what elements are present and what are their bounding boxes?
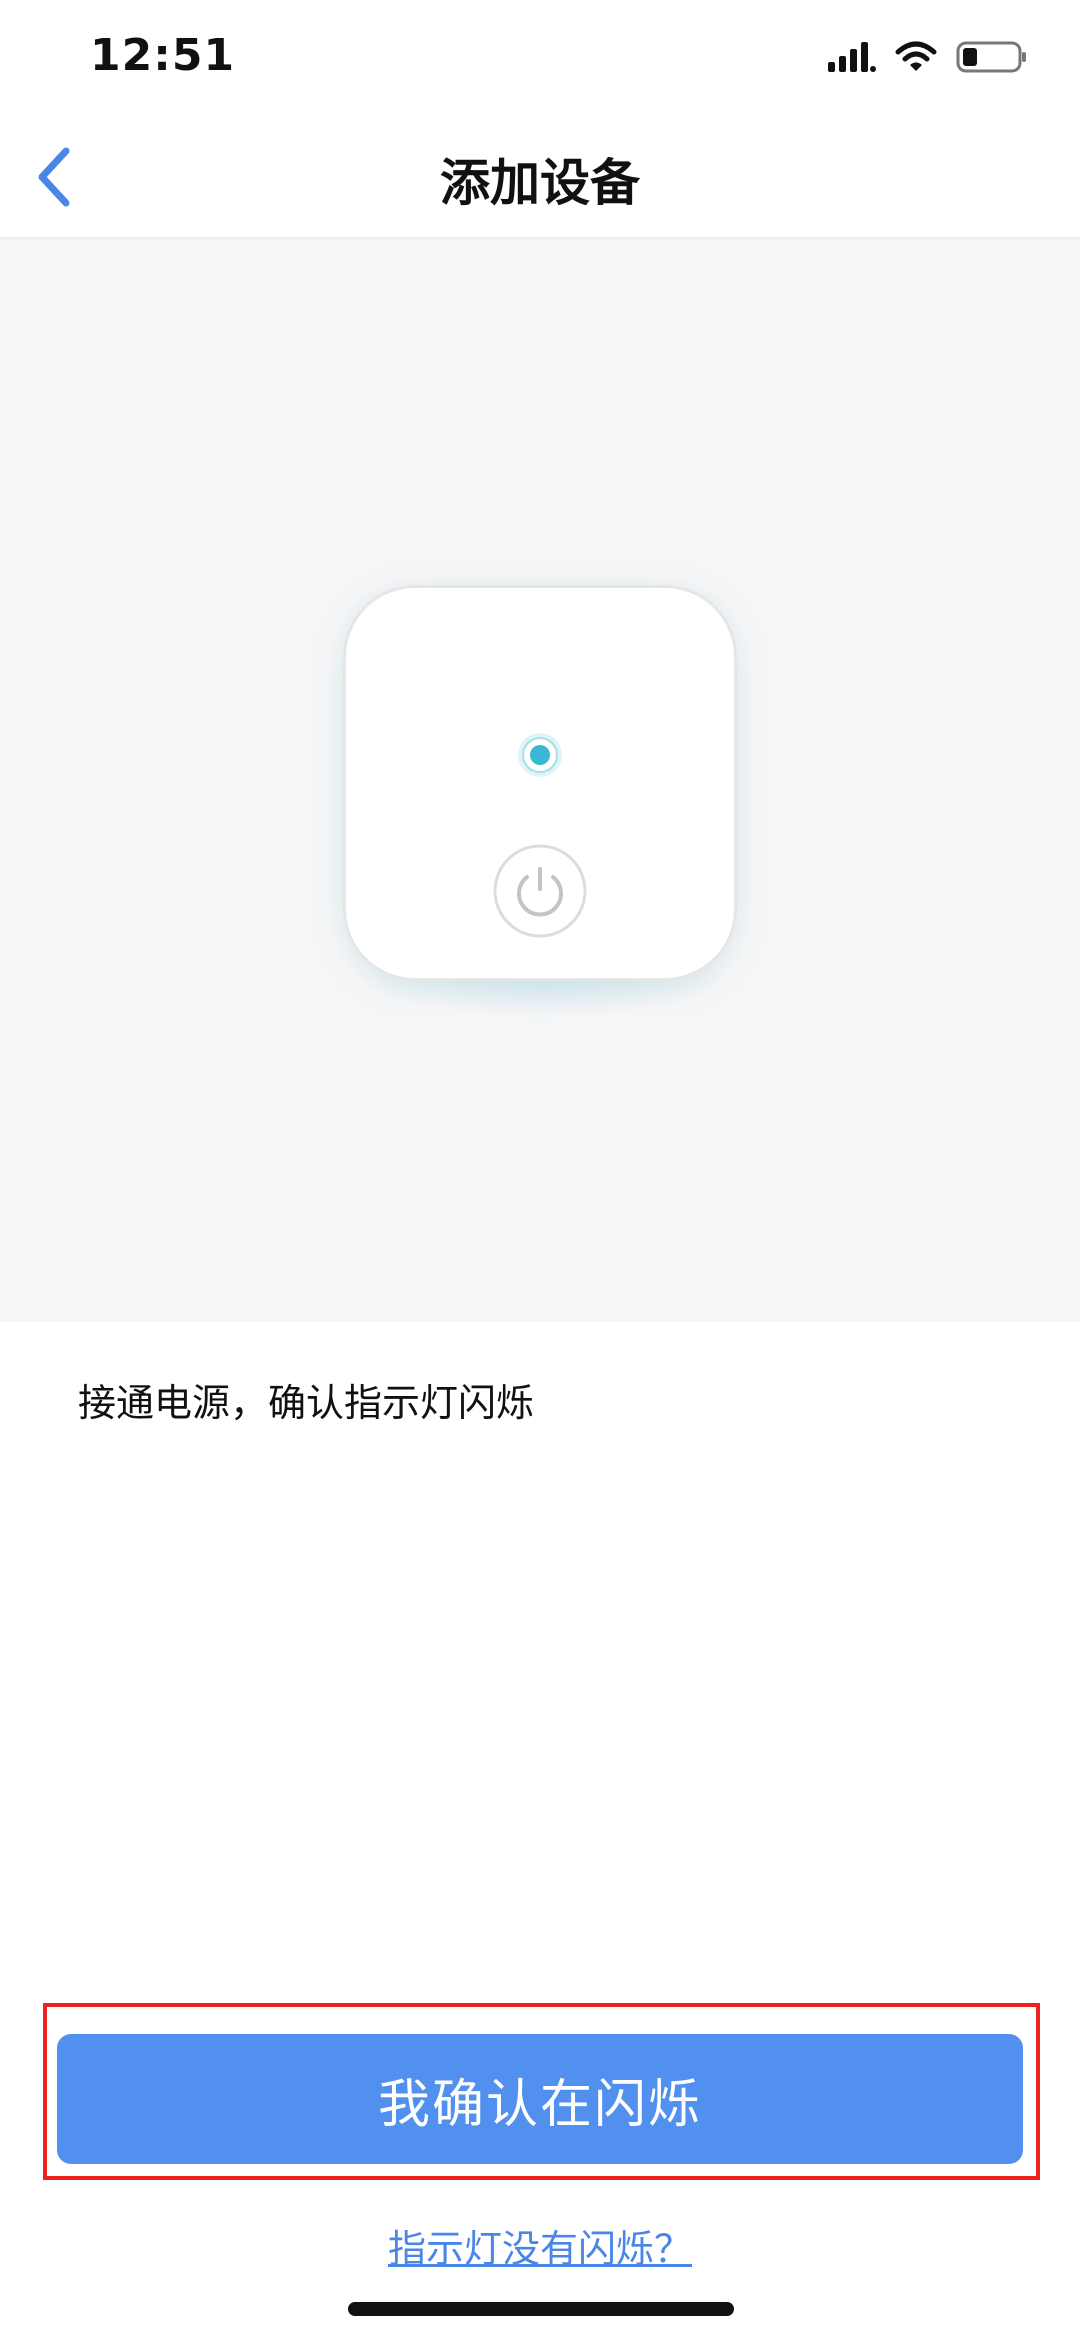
light-not-blinking-link[interactable]: 指示灯没有闪烁？ [0, 2218, 1080, 2273]
page-title: 添加设备 [440, 154, 640, 212]
home-indicator [348, 2302, 734, 2316]
cellular-signal-icon [828, 42, 876, 72]
instruction-text: 接通电源，确认指示灯闪烁 [78, 1381, 535, 1425]
indicator-light-icon [518, 733, 562, 777]
status-icons [828, 36, 1028, 78]
nav-bar: 添加设备 [0, 115, 1080, 239]
wifi-icon [895, 41, 937, 71]
status-time: 12:51 [90, 30, 236, 81]
confirm-blinking-button[interactable]: 我确认在闪烁 [57, 2034, 1023, 2164]
add-device-screen: 12:51 添加设备 接通电源，确认指示灯闪烁 我确认在闪烁 指示灯没有闪烁？ [0, 0, 1080, 2339]
device-image [343, 585, 737, 981]
power-icon [493, 844, 587, 938]
battery-icon [956, 41, 1026, 73]
status-bar: 12:51 [0, 0, 1080, 115]
